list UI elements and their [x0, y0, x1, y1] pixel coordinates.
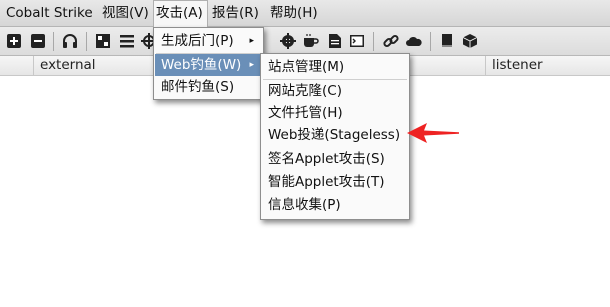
menu-item-clone-site[interactable]: 网站克隆(C) — [262, 80, 408, 102]
cube-icon[interactable] — [461, 32, 479, 50]
column-header-blank[interactable] — [0, 56, 34, 75]
menu-report[interactable]: 报告(R) — [210, 0, 261, 27]
menu-item-label: 邮件钓鱼(S) — [161, 79, 235, 95]
menu-item-web-phishing[interactable]: Web钓鱼(W) ▸ — [155, 54, 262, 76]
headphones-icon[interactable] — [61, 32, 79, 50]
menu-item-signed-applet[interactable]: 签名Applet攻击(S) — [262, 148, 408, 170]
book-icon[interactable] — [438, 32, 456, 50]
menu-item-system-profiler[interactable]: 信息收集(P) — [262, 194, 408, 216]
menu-item-label: 生成后门(P) — [161, 33, 234, 49]
menu-item-web-delivery[interactable]: Web投递(Stageless) — [262, 124, 408, 146]
annotation-arrow-icon — [405, 121, 461, 149]
document-icon[interactable] — [326, 32, 344, 50]
toolbar-divider — [86, 32, 87, 51]
submenu-arrow-icon: ▸ — [249, 60, 254, 70]
menu-item-generate-backdoor[interactable]: 生成后门(P) ▸ — [155, 30, 262, 52]
submenu-arrow-icon: ▸ — [249, 36, 254, 46]
menu-item-smart-applet[interactable]: 智能Applet攻击(T) — [262, 171, 408, 193]
menu-item-label: Web钓鱼(W) — [161, 57, 242, 73]
attack-menu: 生成后门(P) ▸ Web钓鱼(W) ▸ 邮件钓鱼(S) — [153, 27, 264, 100]
cloud-icon[interactable] — [405, 32, 423, 50]
remove-icon[interactable] — [29, 32, 47, 50]
pivot-graph-icon[interactable] — [94, 32, 112, 50]
toolbar — [0, 27, 610, 56]
add-icon[interactable] — [5, 32, 23, 50]
toolbar-divider — [373, 32, 374, 51]
link-icon[interactable] — [382, 32, 400, 50]
coffee-icon[interactable] — [302, 32, 320, 50]
column-header-listener[interactable]: listener — [486, 56, 610, 75]
menu-item-email-phishing[interactable]: 邮件钓鱼(S) — [155, 76, 262, 98]
menu-cobalt-strike[interactable]: Cobalt Strike — [4, 0, 95, 27]
toolbar-divider — [430, 32, 431, 51]
list-icon[interactable] — [118, 32, 136, 50]
toolbar-divider — [53, 32, 54, 51]
menu-item-site-management[interactable]: 站点管理(M) — [262, 56, 408, 78]
menu-help[interactable]: 帮助(H) — [268, 0, 320, 27]
menu-view[interactable]: 视图(V) — [100, 0, 151, 27]
menu-item-host-file[interactable]: 文件托管(H) — [262, 102, 408, 124]
menubar: Cobalt Strike 视图(V) 攻击(A) 报告(R) 帮助(H) — [0, 0, 610, 27]
menu-attack[interactable]: 攻击(A) — [153, 0, 208, 27]
gear-icon[interactable] — [279, 32, 297, 50]
web-phishing-submenu: 站点管理(M) 网站克隆(C) 文件托管(H) Web投递(Stageless)… — [260, 53, 410, 220]
terminal-icon[interactable] — [348, 32, 366, 50]
